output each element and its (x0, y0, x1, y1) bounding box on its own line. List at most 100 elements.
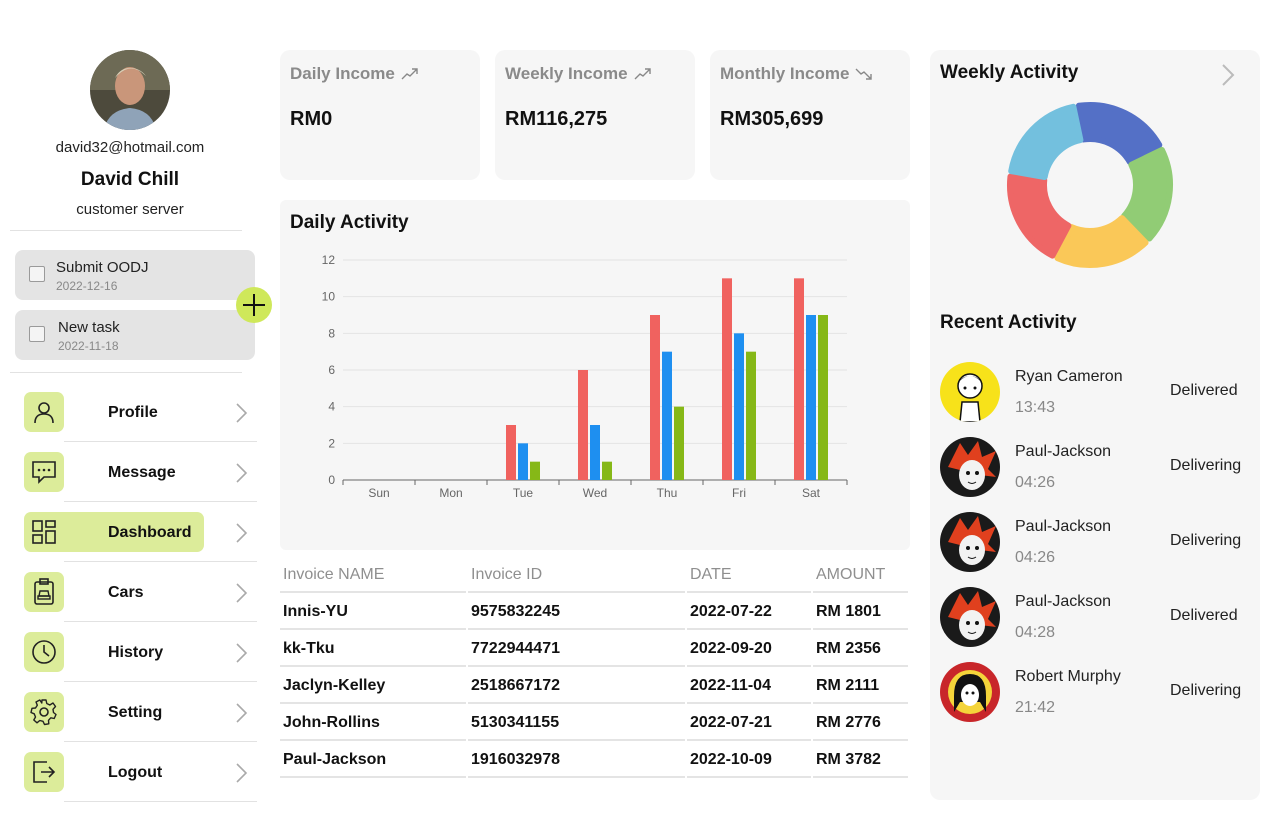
nav-item-cars[interactable]: Cars (24, 572, 257, 632)
card-title: Monthly Income (720, 64, 850, 83)
table-row[interactable]: Jaclyn-Kelley 2518667172 2022-11-04 RM 2… (280, 667, 910, 704)
activity-name: Paul-Jackson (1015, 443, 1112, 460)
plus-icon (243, 294, 265, 316)
invoice-id: 9575832245 (468, 593, 685, 630)
divider (10, 372, 242, 373)
trend-up-icon (401, 68, 418, 80)
profile-avatar[interactable] (90, 50, 170, 130)
x-tick-label: Sat (802, 486, 821, 500)
bar (806, 315, 816, 480)
x-tick-label: Fri (732, 486, 746, 500)
activity-name: Paul-Jackson (1015, 518, 1112, 535)
invoice-id: 1916032978 (468, 741, 685, 778)
chevron-right-icon[interactable] (1220, 62, 1236, 88)
invoice-amount: RM 2776 (813, 704, 908, 741)
logout-icon (24, 752, 64, 792)
y-tick-label: 2 (328, 436, 335, 450)
nav-item-message[interactable]: Message (24, 452, 257, 512)
profile-role: customer server (76, 201, 184, 218)
list-item[interactable]: Ryan Cameron 13:43 Delivered (940, 362, 1250, 424)
activity-name: Robert Murphy (1015, 668, 1121, 685)
table-row[interactable]: Innis-YU 9575832245 2022-07-22 RM 1801 (280, 593, 910, 630)
nav-item-history[interactable]: History (24, 632, 257, 692)
invoice-name: Paul-Jackson (280, 741, 466, 778)
task-name: New task (58, 319, 120, 336)
task-checkbox[interactable] (29, 266, 45, 282)
table-row[interactable]: John-Rollins 5130341155 2022-07-21 RM 27… (280, 704, 910, 741)
bar (746, 351, 756, 480)
monthly-income-card: Monthly Income RM305,699 (710, 50, 910, 180)
table-row[interactable]: kk-Tku 7722944471 2022-09-20 RM 2356 (280, 630, 910, 667)
nav-item-profile[interactable]: Profile (24, 392, 257, 452)
activity-time: 04:26 (1015, 549, 1056, 566)
list-item[interactable]: Paul-Jackson 04:28 Delivered (940, 587, 1250, 649)
table-row[interactable]: Paul-Jackson 1916032978 2022-10-09 RM 37… (280, 741, 910, 778)
bar (818, 315, 828, 480)
donut-segment (1008, 103, 1084, 181)
activity-time: 04:28 (1015, 624, 1056, 641)
invoice-date: 2022-11-04 (687, 667, 811, 704)
profile-name: David Chill (80, 169, 180, 190)
activity-status: Delivering (1170, 532, 1242, 549)
nav-label: Message (108, 464, 176, 481)
list-item[interactable]: Paul-Jackson 04:26 Delivering (940, 512, 1250, 574)
activity-time: 21:42 (1015, 699, 1056, 716)
nav-item-dashboard[interactable]: Dashboard (24, 512, 257, 572)
task-date: 2022-11-18 (58, 339, 119, 353)
invoice-date: 2022-07-22 (687, 593, 811, 630)
nav-item-logout[interactable]: Logout (24, 752, 257, 812)
invoice-id: 5130341155 (468, 704, 685, 741)
bar (530, 461, 540, 480)
activity-name: Paul-Jackson (1015, 593, 1112, 610)
invoice-amount: RM 2356 (813, 630, 908, 667)
list-item[interactable]: Robert Murphy 21:42 Delivering (940, 662, 1250, 724)
donut-segment (1007, 173, 1072, 259)
activity-status: Delivered (1170, 382, 1238, 399)
message-icon (24, 452, 64, 492)
y-tick-label: 8 (328, 326, 335, 340)
task-item[interactable]: Submit OODJ 2022-12-16 (15, 250, 255, 300)
column-header: Invoice ID (468, 556, 685, 593)
bar (794, 278, 804, 480)
y-tick-label: 6 (328, 363, 335, 377)
chevron-right-icon (236, 583, 248, 603)
nav-item-setting[interactable]: Setting (24, 692, 257, 752)
donut-segment (1075, 102, 1163, 165)
invoice-date: 2022-10-09 (687, 741, 811, 778)
table-header: Invoice NAME Invoice ID DATE AMOUNT (280, 556, 910, 593)
card-value: RM0 (290, 108, 333, 130)
chevron-right-icon (236, 463, 248, 483)
activity-name: Ryan Cameron (1015, 368, 1123, 385)
daily-activity-panel: Daily Activity 0 2 4 6 8 10 12 Sun Mon Tue Wed Thu F… (280, 200, 910, 550)
dashboard-icon (24, 512, 64, 552)
task-date: 2022-12-16 (56, 279, 118, 293)
activity-status: Delivering (1170, 457, 1242, 474)
nav-label: Dashboard (108, 524, 192, 541)
x-tick-label: Wed (583, 486, 607, 500)
invoice-amount: RM 2111 (813, 667, 908, 704)
gear-icon (24, 692, 64, 732)
bar (506, 425, 516, 480)
add-task-button[interactable] (236, 287, 272, 323)
invoice-amount: RM 1801 (813, 593, 908, 630)
invoice-date: 2022-07-21 (687, 704, 811, 741)
activity-time: 13:43 (1015, 399, 1056, 416)
x-tick-label: Thu (657, 486, 678, 500)
task-checkbox[interactable] (29, 326, 45, 342)
card-title: Daily Income (290, 64, 395, 83)
weekly-income-card: Weekly Income RM116,275 (495, 50, 695, 180)
activity-time: 04:26 (1015, 474, 1056, 491)
daily-income-card: Daily Income RM0 (280, 50, 480, 180)
bar (734, 333, 744, 480)
nav-label: Profile (108, 404, 158, 421)
invoice-id: 7722944471 (468, 630, 685, 667)
profile-email: david32@hotmail.com (55, 139, 205, 156)
user-icon (24, 392, 64, 432)
weekly-activity-donut (1007, 102, 1173, 268)
bar (650, 315, 660, 480)
bar (518, 443, 528, 480)
list-item[interactable]: Paul-Jackson 04:26 Delivering (940, 437, 1250, 499)
invoice-amount: RM 3782 (813, 741, 908, 778)
bar (602, 461, 612, 480)
task-item[interactable]: New task 2022-11-18 (15, 310, 255, 360)
